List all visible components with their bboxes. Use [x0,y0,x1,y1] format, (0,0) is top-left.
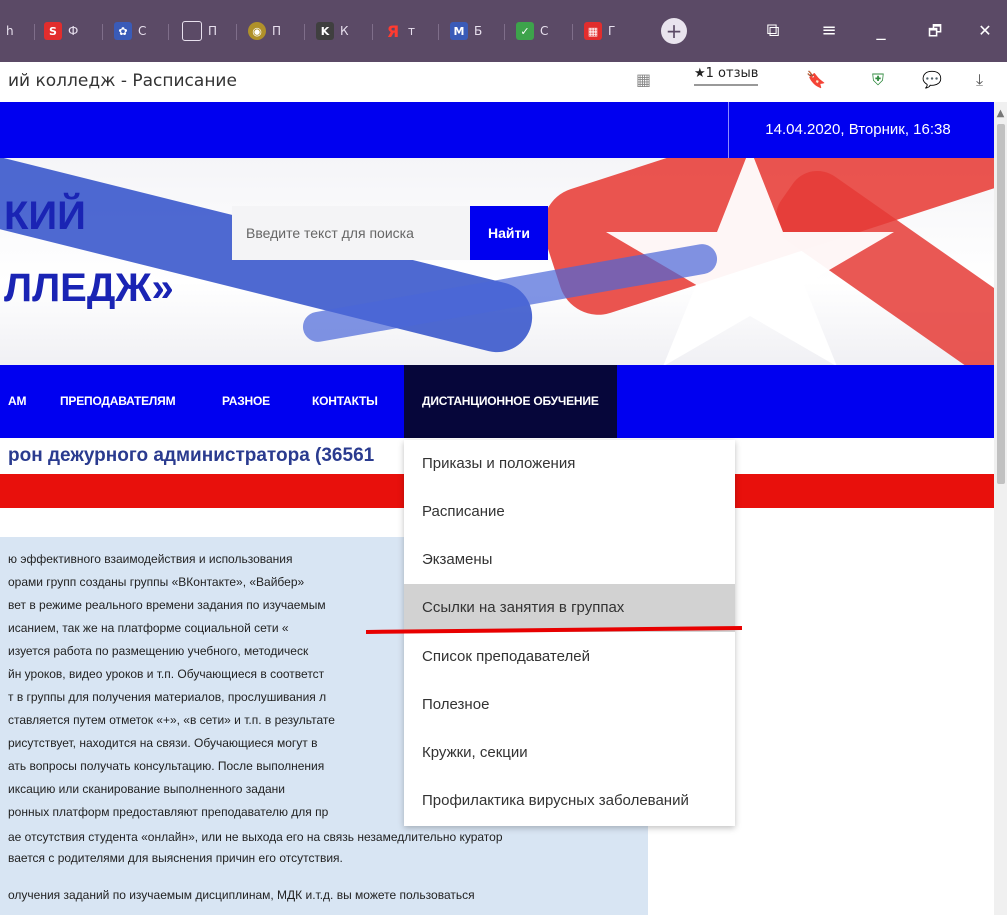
tab-separator [102,24,103,40]
nav-item-distance-learning[interactable]: ДИСТАНЦИОННОЕ ОБУЧЕНИЕ [404,365,617,438]
dropdown-item-exams[interactable]: Экзамены [404,536,735,584]
chat-icon[interactable]: 💬 [922,70,942,89]
nav-item-contacts[interactable]: КОНТАКТЫ [312,365,378,438]
dropdown-item-schedule[interactable]: Расписание [404,488,735,536]
tab-label: Ф [68,24,79,38]
page-icon [182,21,202,41]
tab-label: Б [474,24,483,38]
nav-item-misc[interactable]: РАЗНОЕ [222,365,270,438]
tab-label: h [6,24,14,38]
admin-phone-heading: рон дежурного администратора (36561 [8,445,375,466]
nav-item-students[interactable]: АМ [8,365,26,438]
dropdown-item-clubs[interactable]: Кружки, секции [404,729,735,777]
browser-tab[interactable]: Ят [384,18,415,44]
s-logo-icon: S [44,22,62,40]
search-button[interactable]: Найти [470,206,548,260]
close-button[interactable]: ✕ [970,18,1000,44]
page-title[interactable]: ий колледж - Расписание [8,71,237,91]
tab-label: К [340,24,349,38]
college-name-line2: ЛЛЕДЖ» [4,266,174,310]
tab-label: C [138,24,147,38]
paragraph-line: вается с родителями для выяснения причин… [8,851,343,865]
browser-tab[interactable]: П [182,18,217,44]
minimize-button[interactable]: _ [866,18,896,44]
browser-tab[interactable]: MБ [450,18,482,44]
tab-label: П [272,24,282,38]
check-shield-icon: ✓ [516,22,534,40]
paragraph-line: ае отсутствия студента «онлайн», или не … [8,830,503,844]
restore-button[interactable]: 🗗 [920,18,950,44]
main-nav: АМ ПРЕПОДАВАТЕЛЯМ РАЗНОЕ КОНТАКТЫ ДИСТАН… [0,365,994,438]
tab-separator [438,24,439,40]
browser-tab[interactable]: ✓ С [516,18,548,44]
browser-tab-bar: h SФ ✿ C П ◉ П KК Ят MБ ✓ С ▦ Г + ⧉ ≡ _ 🗗 ✕ [0,0,1007,62]
tab-label: С [540,24,549,38]
tab-separator [168,24,169,40]
tab-separator [572,24,573,40]
tab-label: Г [608,24,616,38]
menu-icon[interactable]: ≡ [814,18,844,44]
browser-tab[interactable]: ✿ C [114,18,146,44]
download-icon[interactable]: ⤓ [976,70,983,90]
browser-tab[interactable]: ▦ Г [584,18,615,44]
qr-icon: ▦ [584,22,602,40]
yandex-icon: Я [386,21,400,41]
protect-shield-icon[interactable]: ⛨ [872,70,884,90]
college-name-line1: КИЙ [4,194,86,238]
tab-label: т [408,24,415,38]
paragraph-line: олучения заданий по изучаемым дисциплина… [8,888,475,902]
reviews-link[interactable]: ★1 отзыв [694,66,759,86]
tab-separator [34,24,35,40]
scroll-up-arrow-icon[interactable]: ▲ [994,108,1007,119]
tab-separator [304,24,305,40]
address-bar: ий колледж - Расписание ▦ ★1 отзыв 🔖 ⛨ 💬… [0,62,1007,103]
tab-label: П [208,24,218,38]
search-input[interactable] [232,206,470,260]
nav-item-teachers[interactable]: ПРЕПОДАВАТЕЛЯМ [60,365,176,438]
dropdown-item-useful[interactable]: Полезное [404,681,735,729]
new-tab-button[interactable]: + [661,18,687,44]
browser-tab[interactable]: KК [316,18,349,44]
k-logo-icon: K [316,22,334,40]
tab-separator [504,24,505,40]
gmail-icon: M [450,22,468,40]
browser-tab[interactable]: SФ [44,18,78,44]
dropdown-item-teachers-list[interactable]: Список преподавателей [404,633,735,681]
emblem-icon: ✿ [114,22,132,40]
browser-tab[interactable]: h [6,18,14,44]
dropdown-item-virus-prevention[interactable]: Профилактика вирусных заболеваний [404,777,735,825]
emblem-icon: ◉ [248,22,266,40]
tab-separator [236,24,237,40]
header-banner: КИЙ ЛЛЕДЖ» Найти [0,158,994,365]
dropdown-item-orders[interactable]: Приказы и положения [404,440,735,488]
date-time: 14.04.2020, Вторник, 16:38 [728,102,987,158]
dropdown-item-group-links[interactable]: Ссылки на занятия в группах [404,584,735,632]
browser-tab[interactable]: ◉ П [248,18,281,44]
tab-separator [372,24,373,40]
tabs-overview-icon[interactable]: ⧉ [758,18,788,44]
scrollbar-thumb[interactable] [997,124,1005,484]
bookmark-icon[interactable]: 🔖 [806,70,826,89]
reader-mode-icon[interactable]: ▦ [636,70,651,89]
